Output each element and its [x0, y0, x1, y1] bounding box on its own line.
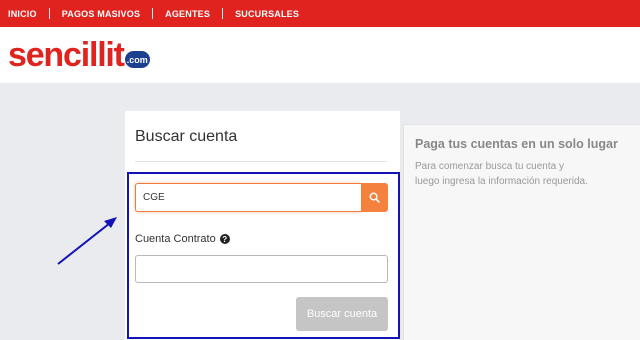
nav-separator [152, 8, 154, 19]
card-divider [135, 161, 387, 162]
info-card-description: Para comenzar busca tu cuenta y luego in… [415, 161, 588, 187]
info-card-title: Paga tus cuentas en un solo lugar [415, 137, 618, 151]
site-logo[interactable]: sencillit .com [8, 38, 150, 72]
top-navigation-bar: INICIO PAGOS MASIVOS AGENTES SUCURSALES [0, 0, 640, 27]
logo-com-badge: .com [124, 51, 150, 68]
nav-item-agentes[interactable]: AGENTES [165, 9, 210, 19]
card-title: Buscar cuenta [135, 128, 238, 145]
nav-separator [48, 8, 50, 19]
site-header: sencillit .com [0, 27, 640, 83]
info-card: Paga tus cuentas en un solo lugar Para c… [403, 124, 640, 340]
logo-wordmark: sencillit [8, 36, 125, 74]
nav-item-inicio[interactable]: INICIO [8, 9, 37, 19]
nav-item-sucursales[interactable]: SUCURSALES [235, 9, 299, 19]
nav-separator [222, 8, 224, 19]
annotation-highlight-box [127, 172, 400, 339]
nav-item-pagos-masivos[interactable]: PAGOS MASIVOS [62, 9, 140, 19]
